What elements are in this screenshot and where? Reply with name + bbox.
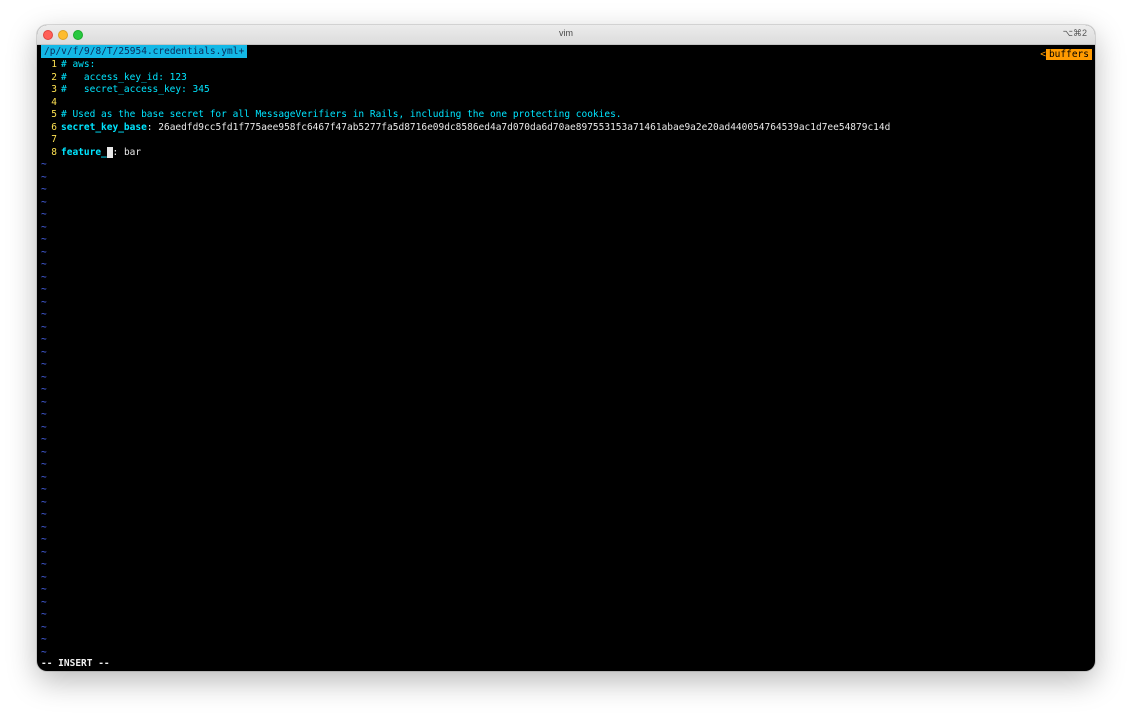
window-shortcut: ⌥⌘2 [1062, 28, 1087, 38]
empty-line-tilde: ~ [41, 384, 47, 395]
line-number: 8 [51, 146, 57, 158]
vim-tabline: /p/v/f/9/8/T/25954.credentials.yml+ < buf… [37, 45, 1095, 60]
line-number: 4 [51, 96, 57, 108]
empty-line-tilde: ~ [41, 571, 47, 583]
empty-line-tilde: ~ [41, 209, 47, 220]
window-title: vim [559, 28, 573, 38]
empty-line-tilde: ~ [41, 409, 47, 420]
empty-line-tilde: ~ [41, 584, 47, 595]
empty-line-tilde: ~ [41, 621, 47, 633]
empty-line-tilde: ~ [41, 184, 47, 195]
empty-line-tilde: ~ [41, 246, 47, 258]
yaml-value: 26aedfd9cc5fd1f775aee958fc6467f47ab5277f… [158, 121, 891, 133]
empty-line-tilde: ~ [41, 596, 47, 608]
empty-line-tilde: ~ [41, 334, 47, 345]
line-number: 2 [51, 71, 57, 83]
empty-line-tilde: ~ [41, 521, 47, 533]
editor-line[interactable]: 3 # secret_access_key: 345 [41, 84, 1095, 97]
empty-line-tilde: ~ [41, 284, 47, 295]
yaml-key: secret_key_base [61, 121, 147, 133]
empty-line-tilde: ~ [41, 496, 47, 508]
line-number: 1 [51, 59, 57, 70]
editor-line[interactable]: 7 [41, 134, 1095, 147]
empty-line-tilde: ~ [41, 234, 47, 245]
empty-line-tilde: ~ [41, 221, 47, 233]
empty-line-tilde: ~ [41, 371, 47, 383]
empty-line-tilde: ~ [41, 259, 47, 270]
empty-line-tilde: ~ [41, 296, 47, 308]
empty-line-tilde: ~ [41, 359, 47, 370]
buffers-indicator[interactable]: < buffers [1040, 45, 1092, 60]
empty-line-tilde: ~ [41, 634, 47, 645]
editor-buffer[interactable]: 1 # aws: 2 # access_key_id: 123 3 # secret_ac… [37, 58, 1095, 659]
line-number: 7 [51, 134, 57, 145]
line-number: 5 [51, 109, 57, 120]
empty-line-tilde: ~ [41, 609, 47, 620]
empty-line-tilde: ~ [41, 509, 47, 520]
title-bar: vim ⌥⌘2 [37, 25, 1095, 45]
comment-text: # aws: [61, 59, 96, 70]
empty-line-tilde: ~ [41, 459, 47, 470]
empty-line-tilde: ~ [41, 534, 47, 545]
empty-line-tilde: ~ [41, 346, 47, 358]
empty-line-tilde: ~ [41, 321, 47, 333]
yaml-key: feature_ [61, 146, 107, 158]
empty-line-tilde: ~ [41, 396, 47, 408]
editor-line[interactable]: 8 feature_ : bar [41, 146, 1095, 160]
yaml-separator: : [146, 121, 159, 133]
line-number: 3 [51, 84, 57, 95]
editor-line[interactable]: 6 secret_key_base: 26aedfd9cc5fd1f775aee9… [41, 122, 1095, 135]
empty-line-tilde: ~ [41, 546, 47, 558]
empty-line-tilde: ~ [41, 171, 47, 183]
empty-line-tilde: ~ [41, 559, 47, 570]
editor-line[interactable]: 4 [41, 97, 1095, 110]
tab-credentials-file[interactable]: /p/v/f/9/8/T/25954.credentials.yml+ [41, 45, 248, 58]
line-number: 6 [51, 121, 57, 133]
editor-line[interactable]: 1 # aws: [41, 59, 1095, 72]
mode-indicator: -- INSERT -- [41, 658, 110, 669]
empty-line-tilde: ~ [41, 421, 47, 433]
comment-text: # secret_access_key: 345 [61, 84, 210, 95]
empty-line-tilde: ~ [41, 271, 47, 283]
empty-line-tilde: ~ [41, 196, 47, 208]
yaml-separator: : [112, 146, 124, 158]
empty-line-tilde: ~ [41, 484, 47, 495]
comment-text: # Used as the base secret for all Messag… [61, 109, 622, 120]
empty-line-tilde: ~ [41, 309, 47, 320]
comment-text: # access_key_id: 123 [61, 71, 187, 83]
yaml-value: bar [123, 146, 142, 158]
empty-line-tilde: ~ [41, 434, 47, 445]
empty-line-tilde: ~ [41, 471, 47, 483]
vim-window: vim ⌥⌘2 /p/v/f/9/8/T/25954.credentials.y… [37, 25, 1095, 671]
editor-line[interactable]: 5 # Used as the base secret for all Messa… [41, 109, 1095, 122]
editor-line[interactable]: 2 # access_key_id: 123 [41, 72, 1095, 85]
empty-line-tilde: ~ [41, 646, 47, 658]
empty-line-tilde: ~ [41, 159, 47, 170]
empty-line-tilde: ~ [41, 446, 47, 458]
